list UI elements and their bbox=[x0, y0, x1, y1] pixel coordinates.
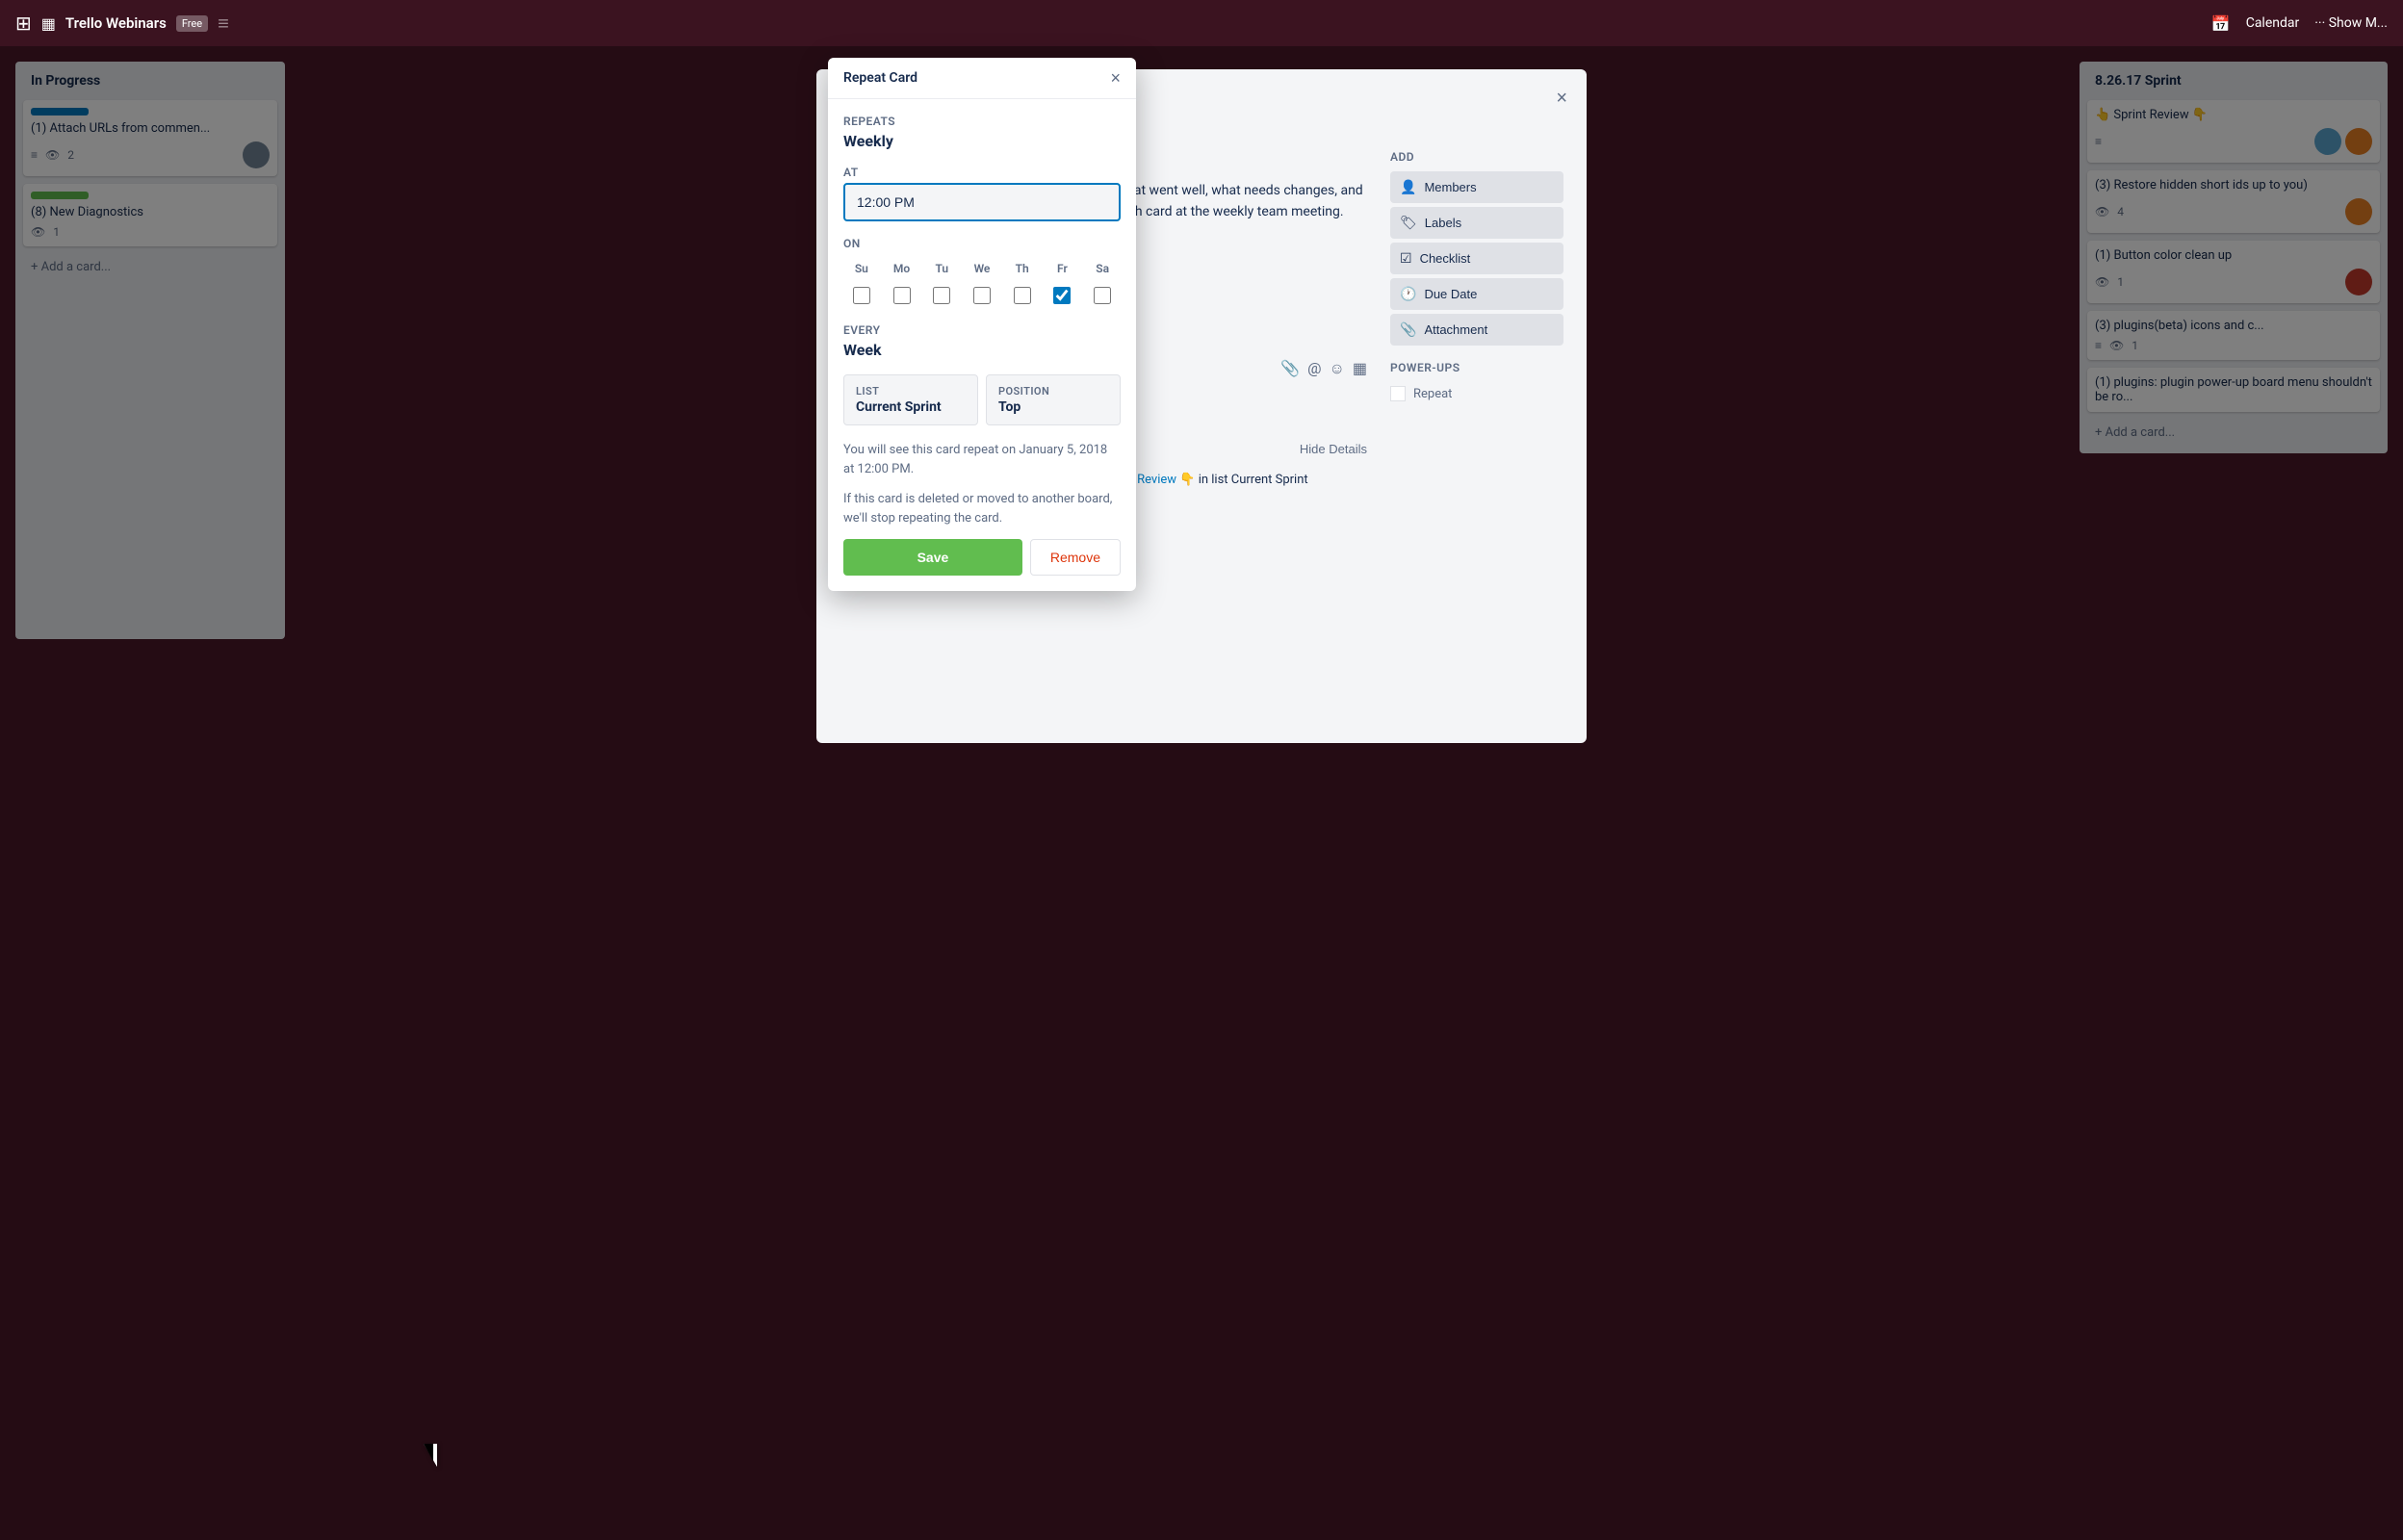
on-field: On Su Mo Tu We Th Fr Sa bbox=[843, 237, 1121, 308]
day-label-sa: Sa bbox=[1084, 258, 1121, 279]
modal-overlay[interactable]: × ▦ 👆 Sprint Review 👇 in list Current Sp… bbox=[0, 46, 2403, 1540]
checklist-button[interactable]: ☑ Checklist bbox=[1390, 243, 1563, 274]
every-section: Every Week bbox=[843, 323, 1121, 359]
checkbox-we[interactable] bbox=[973, 287, 991, 304]
emoji-icon[interactable]: ☺ bbox=[1330, 359, 1345, 378]
topbar-right: 📅 Calendar ··· Show M... bbox=[2211, 14, 2388, 33]
day-checkbox-th bbox=[1004, 283, 1041, 308]
calendar-icon: 📅 bbox=[2211, 14, 2231, 33]
checklist-icon: ☑ bbox=[1400, 250, 1412, 267]
list-label: List bbox=[856, 385, 966, 398]
topbar: ⊞ ▦ Trello Webinars Free ≡ 📅 Calendar ··… bbox=[0, 0, 2403, 46]
day-checkbox-su bbox=[843, 283, 880, 308]
position-label: Position bbox=[998, 385, 1108, 398]
repeat-footer: Save Remove bbox=[843, 539, 1121, 576]
mention-icon[interactable]: @ bbox=[1307, 359, 1321, 377]
repeats-value: Weekly bbox=[843, 132, 1121, 150]
list-value: Current Sprint bbox=[856, 399, 966, 415]
members-icon: 👤 bbox=[1400, 179, 1416, 195]
attachment-label: Attachment bbox=[1424, 322, 1487, 337]
labels-icon: 🏷 bbox=[1400, 215, 1417, 231]
checkbox-su[interactable] bbox=[853, 287, 870, 304]
power-ups-section: Power-Ups Repeat bbox=[1390, 361, 1563, 405]
members-label: Members bbox=[1424, 180, 1476, 194]
list-position-row: List Current Sprint Position Top bbox=[843, 374, 1121, 425]
repeat-modal-header: Repeat Card × bbox=[828, 58, 1136, 99]
repeat-remove-button[interactable]: Remove bbox=[1030, 539, 1121, 576]
at-input[interactable] bbox=[843, 183, 1121, 221]
attachment-icon: 📎 bbox=[1400, 321, 1416, 338]
position-field[interactable]: Position Top bbox=[986, 374, 1121, 425]
every-value: Week bbox=[843, 341, 1121, 359]
calendar-label[interactable]: Calendar bbox=[2246, 15, 2300, 31]
modal-sidebar: Add 👤 Members 🏷 Labels ☑ Checklist 🕐 Due… bbox=[1390, 150, 1563, 527]
members-button[interactable]: 👤 Members bbox=[1390, 171, 1563, 203]
labels-button[interactable]: 🏷 Labels bbox=[1390, 207, 1563, 239]
topbar-left: ⊞ ▦ Trello Webinars Free ≡ bbox=[15, 12, 229, 36]
show-menu-label[interactable]: ··· Show M... bbox=[2314, 15, 2388, 31]
power-ups-title: Power-Ups bbox=[1390, 361, 1563, 374]
repeat-label: Repeat bbox=[1413, 387, 1452, 401]
checkbox-th[interactable] bbox=[1014, 287, 1031, 304]
day-checkbox-we bbox=[964, 283, 1000, 308]
board-icon: ▦ bbox=[41, 14, 56, 33]
on-label: On bbox=[843, 237, 1121, 250]
repeat-close-button[interactable]: × bbox=[1110, 69, 1121, 87]
day-label-th: Th bbox=[1004, 258, 1041, 279]
day-label-su: Su bbox=[843, 258, 880, 279]
repeat-info-text-2: If this card is deleted or moved to anot… bbox=[843, 490, 1121, 527]
at-label: At bbox=[843, 166, 1121, 179]
checkbox-mo[interactable] bbox=[893, 287, 911, 304]
due-date-icon: 🕐 bbox=[1400, 286, 1416, 302]
day-label-tu: Tu bbox=[923, 258, 960, 279]
day-checkbox-tu bbox=[923, 283, 960, 308]
day-label-mo: Mo bbox=[884, 258, 920, 279]
repeats-label: Repeats bbox=[843, 115, 1121, 128]
repeat-info-text-1: You will see this card repeat on January… bbox=[843, 441, 1121, 478]
attachment-button[interactable]: 📎 Attachment bbox=[1390, 314, 1563, 346]
menu-icon[interactable]: ≡ bbox=[218, 12, 229, 36]
checkbox-sa[interactable] bbox=[1094, 287, 1111, 304]
repeats-field: Repeats Weekly bbox=[843, 115, 1121, 150]
day-label-fr: Fr bbox=[1045, 258, 1081, 279]
due-date-label: Due Date bbox=[1424, 287, 1477, 301]
checkbox-fr[interactable] bbox=[1053, 287, 1071, 304]
power-ups-item-repeat: Repeat bbox=[1390, 382, 1563, 405]
home-icon[interactable]: ⊞ bbox=[15, 12, 32, 35]
repeat-modal-title: Repeat Card bbox=[843, 70, 917, 86]
repeat-checkbox bbox=[1390, 386, 1406, 401]
position-value: Top bbox=[998, 399, 1108, 415]
attach-icon[interactable]: 📎 bbox=[1280, 359, 1300, 377]
day-checkbox-sa bbox=[1084, 283, 1121, 308]
repeat-modal-body: Repeats Weekly At On Su Mo Tu We Th Fr S… bbox=[828, 99, 1136, 591]
days-grid: Su Mo Tu We Th Fr Sa bbox=[843, 258, 1121, 308]
add-section-title: Add bbox=[1390, 150, 1563, 164]
board-name[interactable]: Trello Webinars bbox=[65, 14, 167, 32]
due-date-button[interactable]: 🕐 Due Date bbox=[1390, 278, 1563, 310]
repeat-card-modal: Repeat Card × Repeats Weekly At On Su Mo… bbox=[828, 58, 1136, 591]
day-checkbox-mo bbox=[884, 283, 920, 308]
repeat-save-button[interactable]: Save bbox=[843, 539, 1022, 576]
labels-label: Labels bbox=[1425, 216, 1461, 230]
card-icon-action[interactable]: ▦ bbox=[1353, 359, 1367, 377]
modal-close-button[interactable]: × bbox=[1552, 85, 1571, 112]
day-label-we: We bbox=[964, 258, 1000, 279]
list-field[interactable]: List Current Sprint bbox=[843, 374, 978, 425]
board-badge: Free bbox=[176, 15, 208, 32]
at-field: At bbox=[843, 166, 1121, 221]
hide-details-button[interactable]: Hide Details bbox=[1300, 442, 1367, 456]
checklist-label: Checklist bbox=[1420, 251, 1471, 266]
every-label: Every bbox=[843, 323, 1121, 337]
checkbox-tu[interactable] bbox=[933, 287, 950, 304]
day-checkbox-fr bbox=[1045, 283, 1081, 308]
